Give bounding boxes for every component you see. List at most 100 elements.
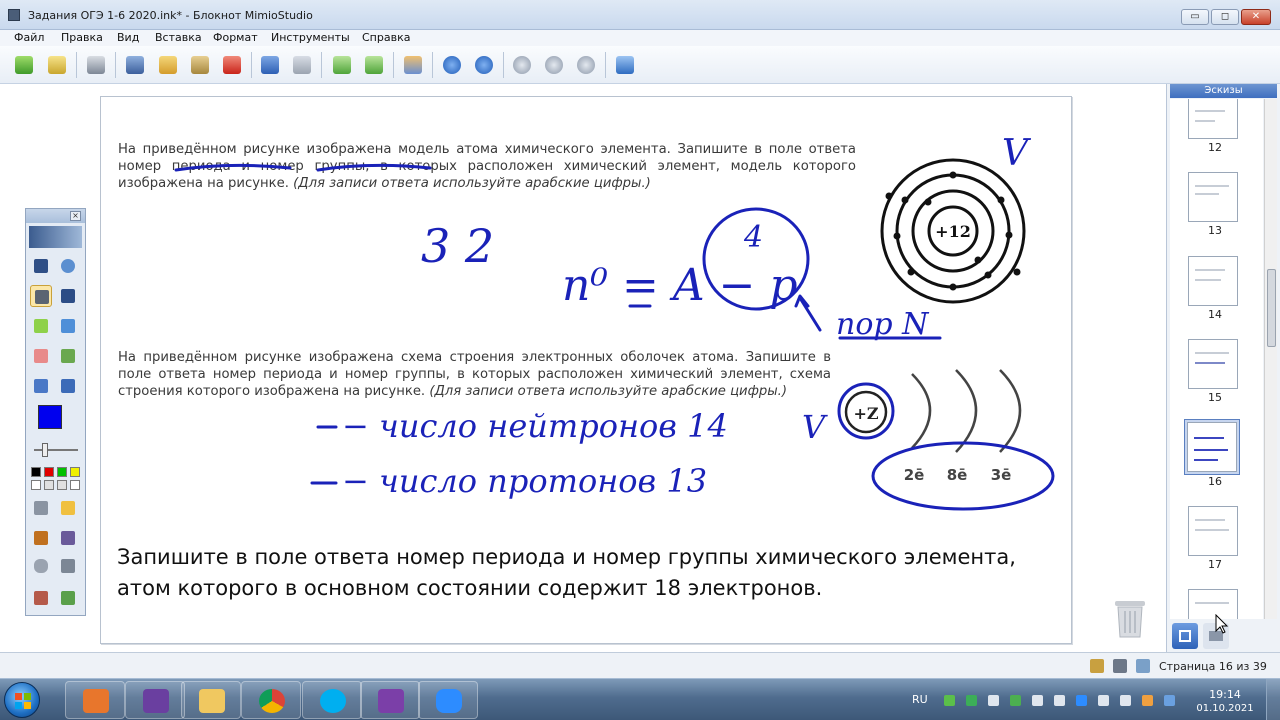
zoom-in-button[interactable]: [509, 52, 535, 78]
windows-logo-icon: [15, 693, 31, 709]
tray-volume-icon[interactable]: [1032, 695, 1043, 706]
tray-check-icon[interactable]: [1010, 695, 1021, 706]
language-indicator[interactable]: RU: [912, 693, 928, 706]
current-color[interactable]: [38, 405, 62, 429]
duplicate-page-button[interactable]: [361, 52, 387, 78]
line-style-tool[interactable]: [30, 497, 52, 519]
trash-icon[interactable]: [1113, 597, 1147, 639]
undo-button[interactable]: [257, 52, 283, 78]
tools-icon[interactable]: [1136, 659, 1150, 673]
mouse-tool[interactable]: [30, 555, 52, 577]
color-white[interactable]: [31, 480, 41, 490]
eyedropper-tool[interactable]: [30, 375, 52, 397]
thumbnail-page-15[interactable]: [1188, 339, 1238, 389]
show-desktop-button[interactable]: [1266, 679, 1280, 720]
color-green[interactable]: [57, 467, 67, 477]
select-tool[interactable]: [30, 255, 52, 277]
cut-button[interactable]: [122, 52, 148, 78]
delete-button[interactable]: [219, 52, 245, 78]
color-yellow[interactable]: [70, 467, 80, 477]
taskbar-zoom[interactable]: [418, 681, 478, 719]
color-light-gray[interactable]: [44, 480, 54, 490]
tray-pen-icon[interactable]: [1120, 695, 1131, 706]
minimize-button[interactable]: ▭: [1181, 9, 1209, 25]
menu-format[interactable]: Формат: [213, 31, 258, 44]
taskbar-mimio[interactable]: [360, 681, 420, 719]
next-page-button[interactable]: [471, 52, 497, 78]
tools-tool[interactable]: [57, 527, 79, 549]
thumbnail-page-13[interactable]: [1188, 172, 1238, 222]
taskbar-chrome[interactable]: [241, 681, 301, 719]
fill-tool[interactable]: [57, 375, 79, 397]
thumbnail-page-12[interactable]: [1188, 99, 1238, 139]
zoom-tool[interactable]: [57, 255, 79, 277]
text-tool[interactable]: [57, 285, 79, 307]
taskbar-explorer[interactable]: [181, 681, 241, 719]
thickness-slider-handle[interactable]: [42, 443, 48, 457]
zoom-fit-icon: [577, 56, 595, 74]
start-button[interactable]: [4, 682, 40, 718]
menu-file[interactable]: Файл: [14, 31, 44, 44]
zoom-out-button[interactable]: [541, 52, 567, 78]
book-icon[interactable]: [1090, 659, 1104, 673]
thumbnail-page-14[interactable]: [1188, 256, 1238, 306]
pen-tool[interactable]: [30, 285, 52, 307]
prev-page-button[interactable]: [439, 52, 465, 78]
screen-button[interactable]: [612, 52, 638, 78]
thumbnail-page-16[interactable]: [1187, 422, 1237, 472]
thumbnail-scrollbar[interactable]: [1264, 99, 1277, 619]
color-gray[interactable]: [57, 480, 67, 490]
capture-tool[interactable]: [30, 587, 52, 609]
thumbnails-view-button[interactable]: [1172, 623, 1198, 649]
thumbnail-list: 12 13 14 15 16 17: [1170, 99, 1263, 619]
shape-fill-tool[interactable]: [57, 497, 79, 519]
menu-view[interactable]: Вид: [117, 31, 139, 44]
tray-network-icon[interactable]: [1054, 695, 1065, 706]
pen-icon[interactable]: [1113, 659, 1127, 673]
thumbnail-page-18[interactable]: [1188, 589, 1238, 619]
gallery-tool[interactable]: [30, 527, 52, 549]
clock-time[interactable]: 19:14: [1205, 688, 1245, 701]
redo-button[interactable]: [289, 52, 315, 78]
color-custom[interactable]: [70, 480, 80, 490]
new-page-button[interactable]: [329, 52, 355, 78]
tray-zoom-icon[interactable]: [1076, 695, 1087, 706]
highlighter-tool[interactable]: [30, 315, 52, 337]
tray-security-icon[interactable]: [966, 695, 977, 706]
tray-flag-icon[interactable]: [1164, 695, 1175, 706]
open-button[interactable]: [11, 52, 37, 78]
menu-insert[interactable]: Вставка: [155, 31, 202, 44]
palette-header[interactable]: ×: [26, 209, 85, 223]
print-icon: [87, 56, 105, 74]
print-button[interactable]: [83, 52, 109, 78]
color-black[interactable]: [31, 467, 41, 477]
import-tool[interactable]: [57, 587, 79, 609]
tray-shield-icon[interactable]: [944, 695, 955, 706]
eraser-tool[interactable]: [30, 345, 52, 367]
users-button[interactable]: [400, 52, 426, 78]
taskbar-presentation[interactable]: [65, 681, 125, 719]
palette-close-button[interactable]: ×: [70, 211, 81, 221]
menu-help[interactable]: Справка: [362, 31, 410, 44]
paste-button[interactable]: [187, 52, 213, 78]
menu-tools[interactable]: Инструменты: [271, 31, 350, 44]
menu-edit[interactable]: Правка: [61, 31, 103, 44]
close-button[interactable]: ✕: [1241, 9, 1271, 25]
tray-app-icon[interactable]: [1142, 695, 1153, 706]
copy-button[interactable]: [155, 52, 181, 78]
thumbnail-scroll-handle[interactable]: [1267, 269, 1276, 347]
taskbar-book[interactable]: [125, 681, 185, 719]
thickness-slider[interactable]: [34, 449, 78, 451]
tray-battery-icon[interactable]: [1098, 695, 1109, 706]
clock-date[interactable]: 01.10.2021: [1196, 703, 1254, 714]
image-tool[interactable]: [57, 345, 79, 367]
screen-tool[interactable]: [57, 555, 79, 577]
color-red[interactable]: [44, 467, 54, 477]
zoom-fit-button[interactable]: [573, 52, 599, 78]
tray-monitor-icon[interactable]: [988, 695, 999, 706]
thumbnail-page-17[interactable]: [1188, 506, 1238, 556]
maximize-button[interactable]: ◻: [1211, 9, 1239, 25]
save-button[interactable]: [44, 52, 70, 78]
taskbar-skype[interactable]: [302, 681, 362, 719]
shape-tool[interactable]: [57, 315, 79, 337]
